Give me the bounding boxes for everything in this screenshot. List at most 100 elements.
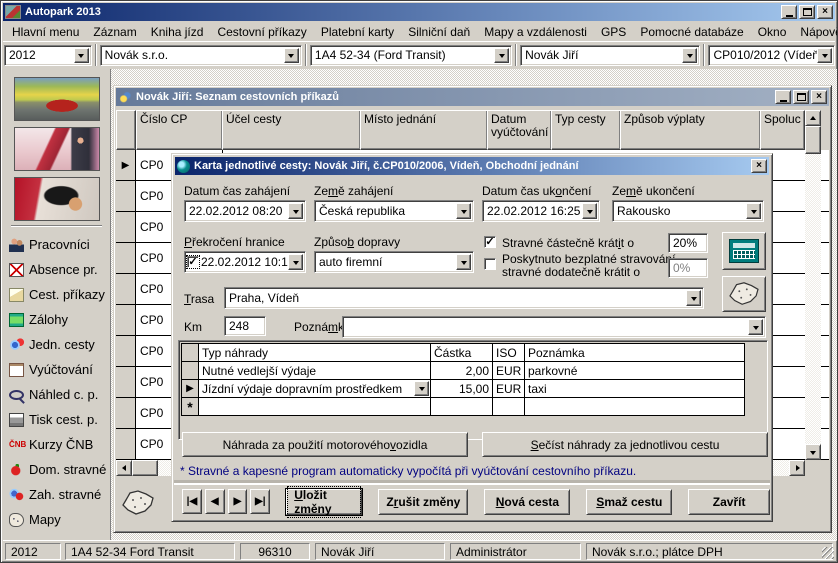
refund-note-cell[interactable]: parkovné [525,361,745,380]
column-header-cislo-cp[interactable]: Číslo CP [136,110,223,150]
sidebar-item-dom-stravne[interactable]: Dom. stravné [9,457,108,482]
row-selector[interactable] [116,336,136,366]
row-selector[interactable] [116,367,136,397]
close-icon[interactable]: × [817,5,833,19]
dropdown-arrow-icon[interactable] [456,254,471,270]
menu-item-platebni-karty[interactable]: Platební karty [314,23,401,41]
border-cross-checkbox[interactable]: ✓ [187,256,199,268]
nav-next-icon[interactable]: ▶ [228,489,248,514]
dropdown-arrow-icon[interactable] [686,290,701,306]
sidebar-item-zalohy[interactable]: Zálohy [9,307,108,332]
sidebar-item-vyuctovani[interactable]: Vyúčtování [9,357,108,382]
refund-type-cell-combo[interactable]: Jízdní výdaje dopravním prostředkem [199,379,431,398]
refund-amount-cell[interactable] [431,397,493,416]
menu-item-mapy-a-vzdalenosti[interactable]: Mapy a vzdálenosti [477,23,594,41]
dropdown-arrow-icon[interactable] [682,48,697,63]
sidebar-item-zah-stravne[interactable]: Zah. stravné [9,482,108,507]
sum-refunds-button[interactable]: Sečíst náhrady za jednotlivou cestu [482,432,768,457]
nav-last-icon[interactable]: ▶| [250,489,270,514]
menu-item-gps[interactable]: GPS [594,23,633,41]
new-row-icon[interactable]: * [181,397,199,416]
km-field[interactable]: 248 [224,316,266,336]
vertical-scroll-thumb[interactable] [805,126,821,154]
menu-item-zaznam[interactable]: Záznam [86,23,143,41]
menu-item-napoveda[interactable]: Nápověda [793,23,838,41]
sidebar-item-kurzy-cnb[interactable]: ČNB Kurzy ČNB [9,432,108,457]
close-dialog-button[interactable]: Zavřít [688,489,770,515]
row-selector[interactable] [116,398,136,428]
company-combo[interactable]: Novák s.r.o. [100,45,302,66]
dropdown-arrow-icon[interactable] [456,203,471,219]
menu-item-cestovni-prikazy[interactable]: Cestovní příkazy [210,23,313,41]
dropdown-arrow-icon[interactable] [288,203,303,219]
grid-row-selector[interactable]: ▶ [181,379,199,398]
refund-note-cell[interactable] [525,397,745,416]
refund-iso-cell[interactable]: EUR [493,379,525,398]
sidebar-item-jedn-cesty[interactable]: Jedn. cesty [9,332,108,357]
delete-trip-button[interactable]: Smaž cestu [586,489,672,515]
dropdown-arrow-icon[interactable] [582,203,597,219]
close-icon[interactable]: × [811,90,827,104]
minimize-icon[interactable] [775,90,791,104]
refund-amount-cell[interactable]: 2,00 [431,361,493,380]
meal-free-checkbox[interactable] [484,258,496,270]
menu-item-okno[interactable]: Okno [751,23,794,41]
refund-type-cell[interactable] [199,397,431,416]
dropdown-arrow-icon[interactable] [746,203,761,219]
vertical-scrollbar[interactable] [805,110,821,460]
dropdown-arrow-icon[interactable] [74,48,89,63]
driver-combo[interactable]: Novák Jiří [520,45,700,66]
route-combo[interactable]: Praha, Vídeň [224,287,704,309]
menu-item-silnicni-dan[interactable]: Silniční daň [401,23,477,41]
dropdown-arrow-icon[interactable] [414,381,429,396]
sidebar-item-absence[interactable]: Absence pr. [9,257,108,282]
sidebar-item-nahled[interactable]: Náhled c. p. [9,382,108,407]
sidebar-item-cest-prikazy[interactable]: Cest. příkazy [9,282,108,307]
row-selector[interactable] [116,274,136,304]
calculator-button[interactable] [722,232,766,270]
grid-row-selector[interactable] [181,361,199,380]
dropdown-arrow-icon[interactable] [494,48,509,63]
menu-item-pomocne-databaze[interactable]: Pomocné databáze [633,23,750,41]
scroll-down-icon[interactable] [805,444,821,460]
column-header-ucel-cesty[interactable]: Účel cesty [222,110,361,150]
refund-iso-cell[interactable] [493,397,525,416]
menu-item-kniha-jizd[interactable]: Kniha jízd [144,23,211,41]
sidebar-item-pracovnici[interactable]: Pracovníci [9,232,108,257]
close-icon[interactable]: × [751,159,767,173]
meal-reduce-percent-field[interactable]: 20% [668,233,708,253]
vehicle-combo[interactable]: 1A4 52-34 (Ford Transit) [310,45,512,66]
scroll-right-icon[interactable] [789,460,805,476]
meal-reduce-checkbox[interactable]: ✓ [484,236,496,248]
column-header-datum-vyuctovani[interactable]: Datum vyúčtování [487,110,552,150]
border-cross-field[interactable]: ✓ 22.02.2012 10:15 [184,251,306,273]
refund-note-cell[interactable]: taxi [525,379,745,398]
new-trip-button[interactable]: Nová cesta [484,489,570,515]
row-selector[interactable] [116,429,136,459]
nav-prev-icon[interactable]: ◀ [205,489,225,514]
start-country-combo[interactable]: Česká republika [314,200,474,222]
start-datetime-field[interactable]: 22.02.2012 08:20 [184,200,306,222]
transport-combo[interactable]: auto firemní [314,251,474,273]
row-selector[interactable] [116,243,136,273]
row-selector[interactable]: ▶ [116,150,136,180]
save-changes-button[interactable]: Uložit změny [286,489,362,515]
minimize-icon[interactable] [781,5,797,19]
column-header-spolucestujici[interactable]: Spoluc [760,110,805,150]
column-header-typ-cesty[interactable]: Typ cesty [551,110,621,150]
sidebar-item-mapy[interactable]: Mapy [9,507,108,532]
scroll-up-icon[interactable] [805,110,821,126]
column-header-zpusob-vyplaty[interactable]: Způsob výplaty [620,110,761,150]
dropdown-arrow-icon[interactable] [284,48,299,63]
resize-grip[interactable] [822,547,834,559]
end-datetime-field[interactable]: 22.02.2012 16:25 [482,200,600,222]
column-header-misto-jednani[interactable]: Místo jednání [360,110,488,150]
row-selector[interactable] [116,212,136,242]
year-combo[interactable]: 2012 [4,45,92,66]
route-map-button[interactable] [722,276,766,312]
end-country-combo[interactable]: Rakousko [612,200,764,222]
menu-item-hlavni-menu[interactable]: Hlavní menu [5,23,86,41]
maximize-icon[interactable] [793,90,809,104]
meal-free-percent-field[interactable]: 0% [668,258,708,278]
vehicle-refund-button[interactable]: Náhrada za použití motorového vozidla [182,432,468,457]
